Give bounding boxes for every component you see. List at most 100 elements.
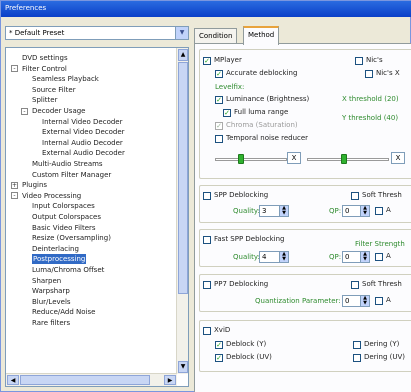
scroll-down-icon[interactable]: ▼ xyxy=(178,361,188,373)
temporal-checkbox[interactable] xyxy=(215,135,223,143)
tree-horizontal-scrollbar[interactable]: ◀ ▶ xyxy=(6,373,177,386)
tree-item[interactable]: Postprocessing xyxy=(32,254,87,265)
scroll-right-icon[interactable]: ▶ xyxy=(164,375,176,385)
tree-collapse-icon[interactable]: - xyxy=(21,107,28,115)
mplayer-checkbox[interactable]: ✓ xyxy=(203,57,211,65)
scroll-left-icon[interactable]: ◀ xyxy=(7,375,19,385)
levelfix-label: Levelfix: xyxy=(215,83,245,91)
tree-item[interactable]: Deinterlacing xyxy=(32,244,79,254)
fast-spp-a-checkbox[interactable] xyxy=(375,253,383,261)
nics-checkbox[interactable] xyxy=(355,57,363,65)
stepper-arrows-icon[interactable]: ▲ ▼ xyxy=(279,252,288,262)
scroll-up-icon[interactable]: ▲ xyxy=(178,49,188,61)
tree-item[interactable]: Splitter xyxy=(32,95,57,105)
tree-item[interactable]: Internal Video Decoder xyxy=(42,117,123,127)
pp7-quant-stepper[interactable]: 0 ▲ ▼ xyxy=(342,295,370,307)
fast-spp-qp-stepper[interactable]: 0 ▲ ▼ xyxy=(342,251,370,263)
accurate-deblocking-label: Accurate deblocking xyxy=(226,69,298,77)
nics-x-checkbox[interactable] xyxy=(365,70,373,78)
chroma-label: Chroma (Saturation) xyxy=(226,121,298,129)
settings-tree[interactable]: DVD settings - Filter Control Seamless Play… xyxy=(5,47,189,387)
tree-item[interactable]: Custom Filter Manager xyxy=(32,170,111,180)
spp-checkbox[interactable] xyxy=(203,192,211,200)
fast-spp-quality-stepper[interactable]: 4 ▲ ▼ xyxy=(259,251,289,263)
deblock-y-checkbox[interactable]: ✓ xyxy=(215,341,223,349)
tree-vertical-scrollbar[interactable]: ▲ ▼ xyxy=(176,48,188,374)
slider-1-knob[interactable] xyxy=(238,154,245,164)
tree-item[interactable]: Multi-Audio Streams xyxy=(32,159,103,169)
tree-item[interactable]: Video Processing xyxy=(22,191,81,201)
tree-item[interactable]: Output Colorspaces xyxy=(32,212,101,222)
fast-spp-qp-value: 0 xyxy=(345,253,350,261)
tree-item[interactable]: Input Colorspaces xyxy=(32,201,95,211)
tree-item[interactable]: Internal Audio Decoder xyxy=(42,138,123,148)
fast-spp-qp-label: QP: xyxy=(329,253,342,261)
fast-spp-a-label: A xyxy=(386,252,391,260)
tree-item[interactable]: Source Filter xyxy=(32,85,76,95)
hscroll-thumb[interactable] xyxy=(20,375,150,385)
tree-expand-icon[interactable]: + xyxy=(11,181,18,189)
dering-uv-checkbox[interactable] xyxy=(353,354,361,362)
spp-qp-stepper[interactable]: 0 ▲ ▼ xyxy=(342,205,370,217)
tree-item[interactable]: Basic Video Filters xyxy=(32,223,96,233)
tree-item[interactable]: Decoder Usage xyxy=(32,106,86,116)
fast-spp-label: Fast SPP Deblocking xyxy=(214,235,285,243)
slider-1-track[interactable] xyxy=(215,158,287,161)
dering-y-label: Dering (Y) xyxy=(364,340,400,348)
slider-2-box[interactable]: X xyxy=(391,152,405,164)
chevron-down-icon[interactable]: ▼ xyxy=(175,27,188,39)
xvid-checkbox[interactable] xyxy=(203,327,211,335)
stepper-arrows-icon[interactable]: ▲ ▼ xyxy=(360,206,369,216)
tree-item[interactable]: External Video Decoder xyxy=(42,127,125,137)
y-threshold-label: Y threshold (40) xyxy=(342,114,399,122)
fast-spp-checkbox[interactable] xyxy=(203,236,211,244)
luminance-checkbox[interactable]: ✓ xyxy=(215,96,223,104)
pp7-soft-checkbox[interactable] xyxy=(351,281,359,289)
slider-2-track[interactable] xyxy=(307,158,389,161)
full-luma-label: Full luma range xyxy=(234,108,289,116)
dering-y-checkbox[interactable] xyxy=(353,341,361,349)
spp-soft-checkbox[interactable] xyxy=(351,192,359,200)
tree-item[interactable]: Sharpen xyxy=(32,276,61,286)
spp-soft-label: Soft Thresh xyxy=(362,191,402,199)
slider-1-box[interactable]: X xyxy=(287,152,301,164)
tree-item[interactable]: External Audio Decoder xyxy=(42,148,125,158)
tree-item[interactable]: Rare filters xyxy=(32,318,70,328)
scroll-thumb[interactable] xyxy=(178,62,188,294)
tree-collapse-icon[interactable]: - xyxy=(11,65,18,73)
accurate-deblocking-checkbox[interactable]: ✓ xyxy=(215,70,223,78)
tree-item[interactable]: Warpsharp xyxy=(32,286,70,296)
pp7-a-checkbox[interactable] xyxy=(375,297,383,305)
tree-item[interactable]: Blur/Levels xyxy=(32,297,71,307)
preset-dropdown[interactable]: * Default Preset ▼ xyxy=(5,26,189,40)
full-luma-checkbox[interactable]: ✓ xyxy=(223,109,231,117)
stepper-arrows-icon[interactable]: ▲ ▼ xyxy=(360,296,369,306)
xvid-label: XviD xyxy=(214,326,231,334)
pp7-checkbox[interactable] xyxy=(203,281,211,289)
dering-uv-label: Dering (UV) xyxy=(364,353,405,361)
spp-a-checkbox[interactable] xyxy=(375,207,383,215)
mplayer-label: MPlayer xyxy=(214,56,242,64)
fast-spp-quality-value: 4 xyxy=(262,253,267,261)
stepper-arrows-icon[interactable]: ▲ ▼ xyxy=(360,252,369,262)
nics-x-label: Nic's X xyxy=(376,69,400,77)
pp7-quant-label: Quantization Parameter: xyxy=(255,297,341,305)
spp-quality-stepper[interactable]: 3 ▲ ▼ xyxy=(259,205,289,217)
tree-collapse-icon[interactable]: - xyxy=(11,192,18,200)
tree-item[interactable]: Seamless Playback xyxy=(32,74,99,84)
spp-qp-label: QP: xyxy=(329,207,342,215)
spp-label: SPP Deblocking xyxy=(214,191,269,199)
tab-method[interactable]: Method xyxy=(243,26,280,45)
chroma-checkbox[interactable]: ✓ xyxy=(215,122,223,130)
tree-item[interactable]: Plugins xyxy=(22,180,47,190)
tab-condition[interactable]: Condition xyxy=(194,28,238,44)
tree-item[interactable]: Resize (Oversampling) xyxy=(32,233,111,243)
luminance-label: Luminance (Brightness) xyxy=(226,95,310,103)
tree-item[interactable]: Filter Control xyxy=(22,64,67,74)
tree-item[interactable]: Luma/Chroma Offset xyxy=(32,265,104,275)
deblock-uv-checkbox[interactable]: ✓ xyxy=(215,354,223,362)
stepper-arrows-icon[interactable]: ▲ ▼ xyxy=(279,206,288,216)
tree-item[interactable]: Reduce/Add Noise xyxy=(32,307,95,317)
slider-2-knob[interactable] xyxy=(341,154,348,164)
tree-item[interactable]: DVD settings xyxy=(22,53,68,63)
